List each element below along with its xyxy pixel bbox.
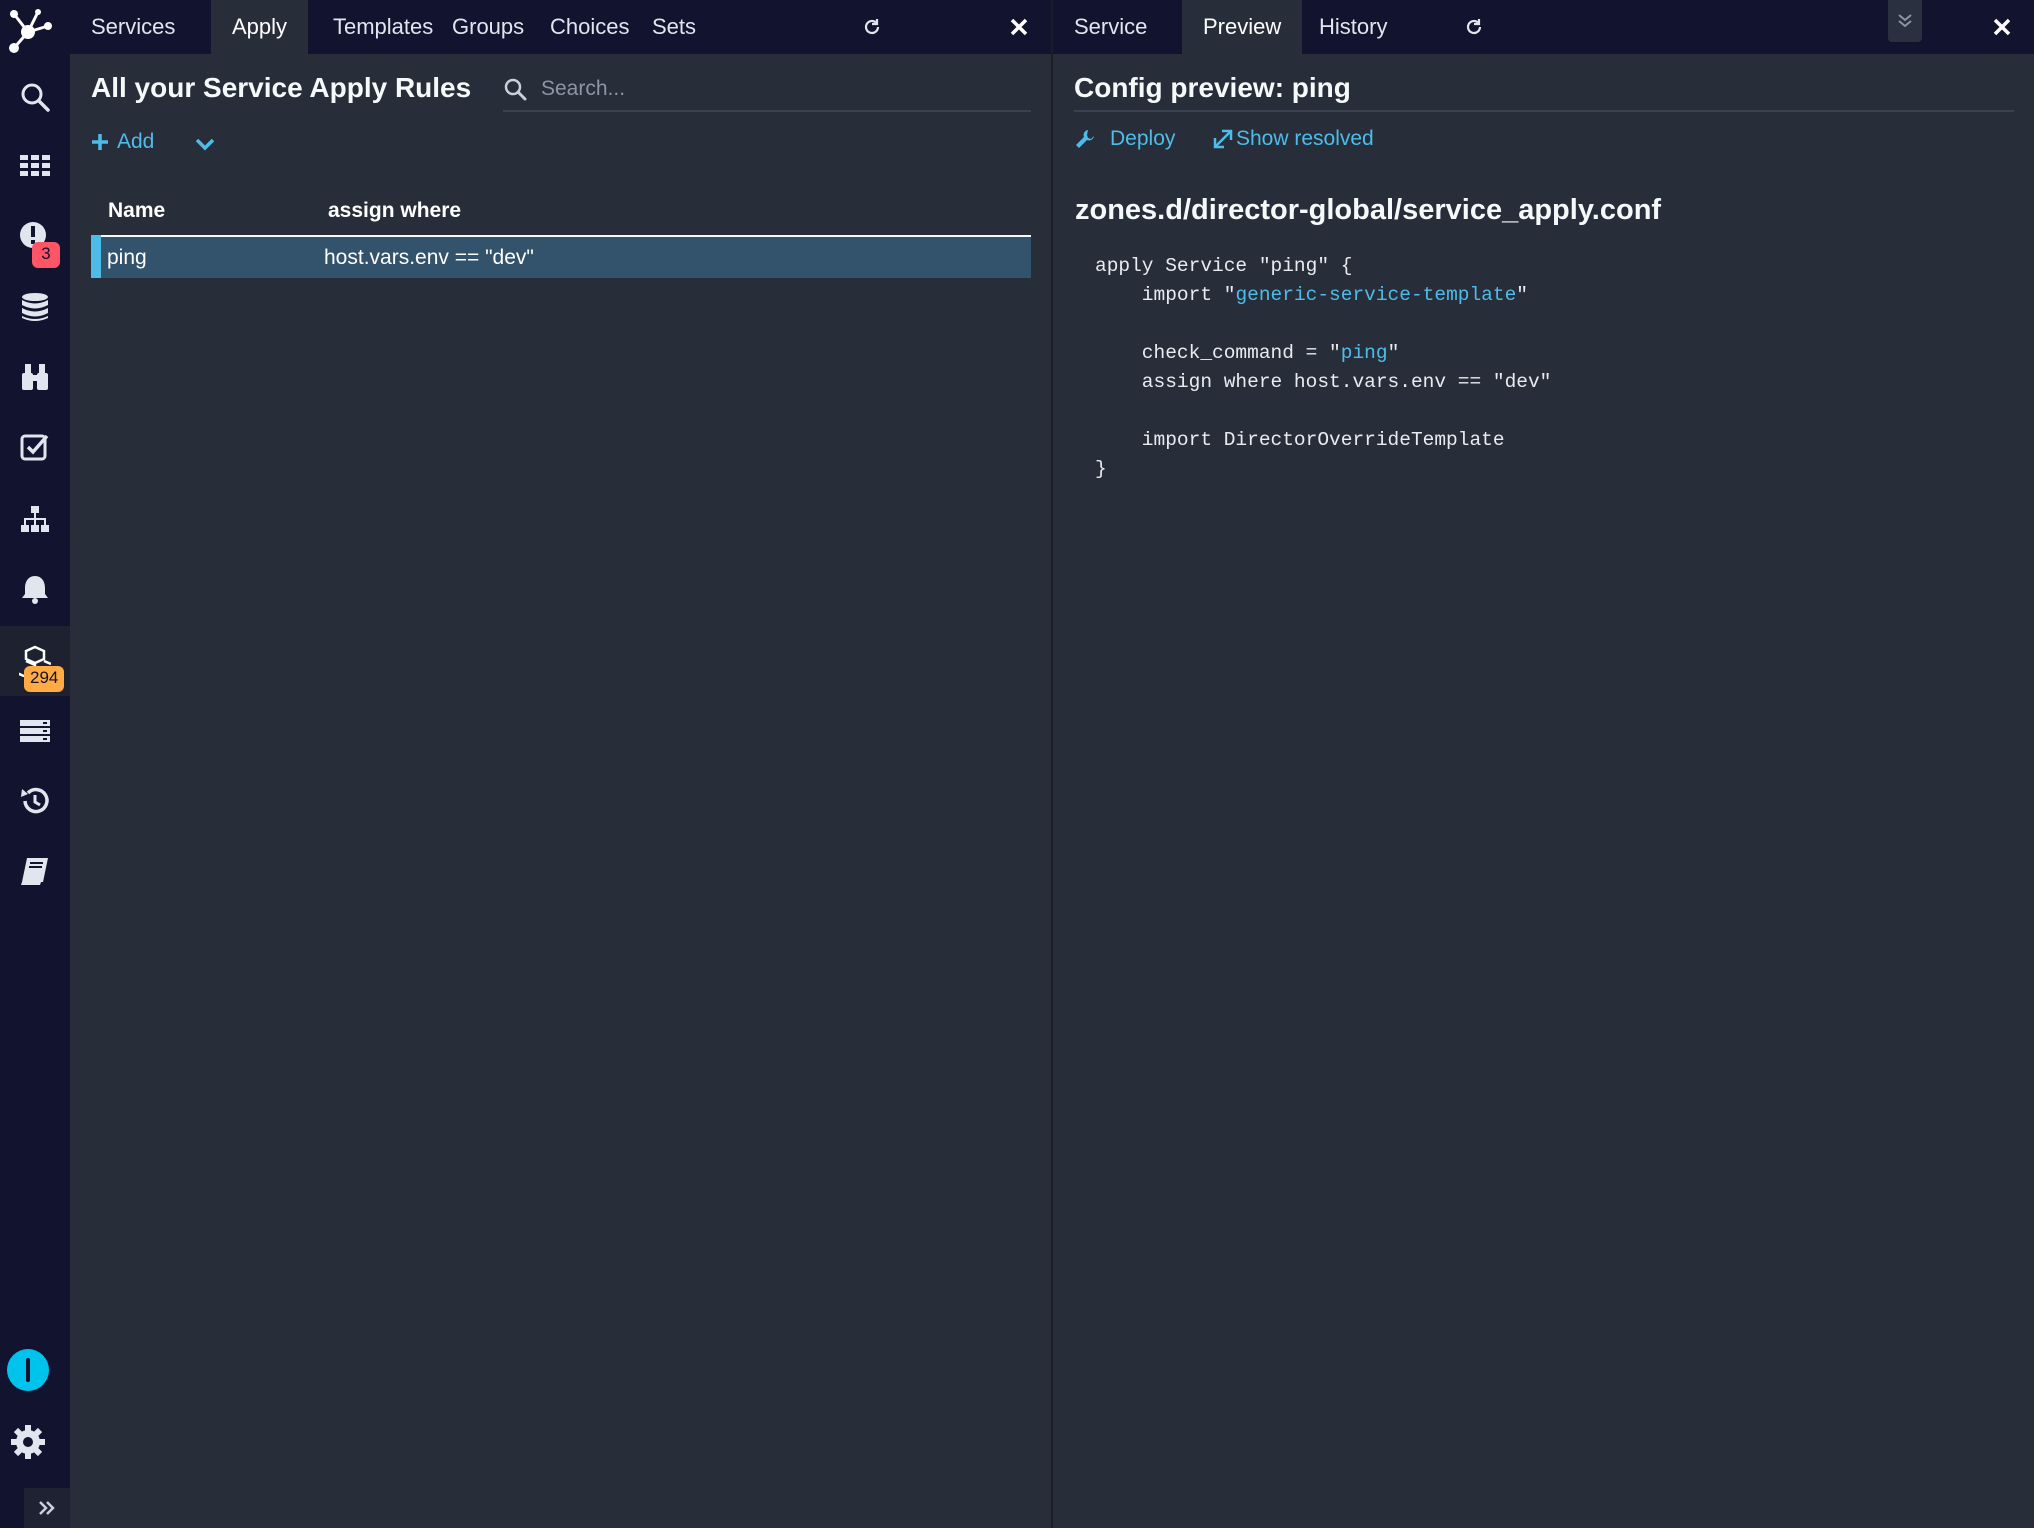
close-column-button[interactable] bbox=[999, 0, 1039, 54]
collapse-column-button[interactable] bbox=[1888, 0, 1922, 42]
close-icon bbox=[1993, 18, 2011, 36]
search-icon bbox=[21, 83, 50, 112]
preview-title: Config preview: ping bbox=[1074, 72, 1351, 103]
close-column-button[interactable] bbox=[1982, 0, 2022, 54]
tab-service[interactable]: Service bbox=[1053, 0, 1168, 54]
apply-rules-table: Name assign where ping host.vars.env == … bbox=[91, 186, 1031, 278]
tab-apply[interactable]: Apply bbox=[211, 0, 309, 54]
check-command-link[interactable]: ping bbox=[1341, 342, 1388, 364]
refresh-icon bbox=[1466, 19, 1482, 35]
sidebar-reporting[interactable] bbox=[0, 696, 70, 766]
sidebar-business-process[interactable] bbox=[0, 484, 70, 554]
user-icon[interactable] bbox=[7, 1349, 49, 1391]
chevron-down-icon bbox=[195, 138, 215, 151]
refresh-button[interactable] bbox=[852, 0, 892, 54]
tab-sets[interactable]: Sets bbox=[631, 0, 717, 54]
search-icon bbox=[504, 78, 527, 101]
show-resolved-button[interactable]: Show resolved bbox=[1212, 127, 1374, 151]
tab-preview[interactable]: Preview bbox=[1182, 0, 1303, 54]
sidebar-overview[interactable] bbox=[0, 342, 70, 412]
table-row[interactable]: ping host.vars.env == "dev" bbox=[91, 236, 1031, 278]
show-resolved-label: Show resolved bbox=[1236, 127, 1374, 150]
server-rack-icon bbox=[20, 720, 50, 742]
tab-services[interactable]: Services bbox=[70, 0, 196, 54]
rule-name-cell[interactable]: ping bbox=[91, 236, 316, 278]
expand-arrows-icon bbox=[1213, 129, 1233, 149]
title-underline bbox=[1074, 110, 2014, 112]
add-button[interactable]: Add bbox=[91, 130, 154, 154]
sidebar-notifications[interactable] bbox=[0, 554, 70, 624]
dashboard-grid-icon bbox=[20, 155, 50, 176]
database-icon bbox=[22, 293, 48, 321]
checklist-icon bbox=[20, 434, 49, 461]
page-title: All your Service Apply Rules bbox=[91, 72, 472, 103]
code-line: apply Service "ping" { bbox=[1095, 255, 1353, 277]
history-icon bbox=[21, 787, 49, 814]
sidebar-search[interactable] bbox=[0, 62, 70, 132]
code-line: import DirectorOverrideTemplate bbox=[1095, 429, 1505, 451]
hierarchy-icon bbox=[21, 506, 49, 532]
tab-history[interactable]: History bbox=[1298, 0, 1408, 54]
code-line: assign where host.vars.env == "dev" bbox=[1095, 371, 1552, 393]
add-label: Add bbox=[117, 130, 155, 153]
director-count-badge: 294 bbox=[24, 666, 65, 692]
sidebar-documentation[interactable] bbox=[0, 836, 70, 906]
bell-icon bbox=[22, 576, 48, 604]
more-actions-dropdown[interactable] bbox=[194, 136, 216, 152]
sidebar-history[interactable] bbox=[0, 766, 70, 836]
sidebar-dashboard[interactable] bbox=[0, 130, 70, 200]
config-file-name: zones.d/director-global/service_apply.co… bbox=[1075, 194, 1662, 226]
code-line: check_command = " bbox=[1095, 342, 1341, 364]
right-tab-bar: Service Preview History bbox=[1053, 0, 2034, 54]
sidebar-checks[interactable] bbox=[0, 412, 70, 482]
code-line: import " bbox=[1095, 284, 1236, 306]
main-sidebar: 3 294 bbox=[0, 0, 70, 1528]
close-icon bbox=[1010, 18, 1028, 36]
left-tab-bar: Services Apply Templates Groups Choices … bbox=[70, 0, 1051, 54]
plus-icon bbox=[92, 134, 108, 150]
gear-icon[interactable] bbox=[8, 1422, 48, 1462]
code-line: } bbox=[1095, 458, 1107, 480]
wrench-icon bbox=[1076, 130, 1094, 148]
expand-sidebar-button[interactable] bbox=[24, 1488, 70, 1528]
double-chevron-down-icon bbox=[1898, 14, 1912, 28]
config-preview-column: Service Preview History Config preview: … bbox=[1053, 0, 2034, 1528]
search-underline bbox=[503, 110, 1031, 112]
search-box[interactable] bbox=[503, 77, 1021, 101]
problems-count-badge: 3 bbox=[32, 242, 60, 268]
expand-icon bbox=[39, 1501, 55, 1515]
deploy-label: Deploy bbox=[1110, 127, 1176, 150]
column-header-name: Name bbox=[96, 186, 316, 237]
book-icon bbox=[21, 858, 48, 885]
deploy-button[interactable]: Deploy bbox=[1074, 127, 1175, 151]
search-input[interactable] bbox=[541, 77, 1021, 101]
rule-assign-where-cell[interactable]: host.vars.env == "dev" bbox=[316, 236, 1031, 278]
config-code-block: apply Service "ping" { import "generic-s… bbox=[1095, 255, 1552, 480]
table-header-row: Name assign where bbox=[96, 186, 1031, 237]
refresh-icon bbox=[864, 19, 880, 35]
refresh-button[interactable] bbox=[1454, 0, 1494, 54]
binoculars-icon bbox=[22, 364, 48, 390]
apply-rules-column: Services Apply Templates Groups Choices … bbox=[70, 0, 1051, 1528]
column-header-assign-where: assign where bbox=[316, 186, 1031, 237]
icinga-logo-icon[interactable] bbox=[4, 4, 56, 56]
template-link[interactable]: generic-service-template bbox=[1235, 284, 1516, 306]
sidebar-database[interactable] bbox=[0, 272, 70, 342]
